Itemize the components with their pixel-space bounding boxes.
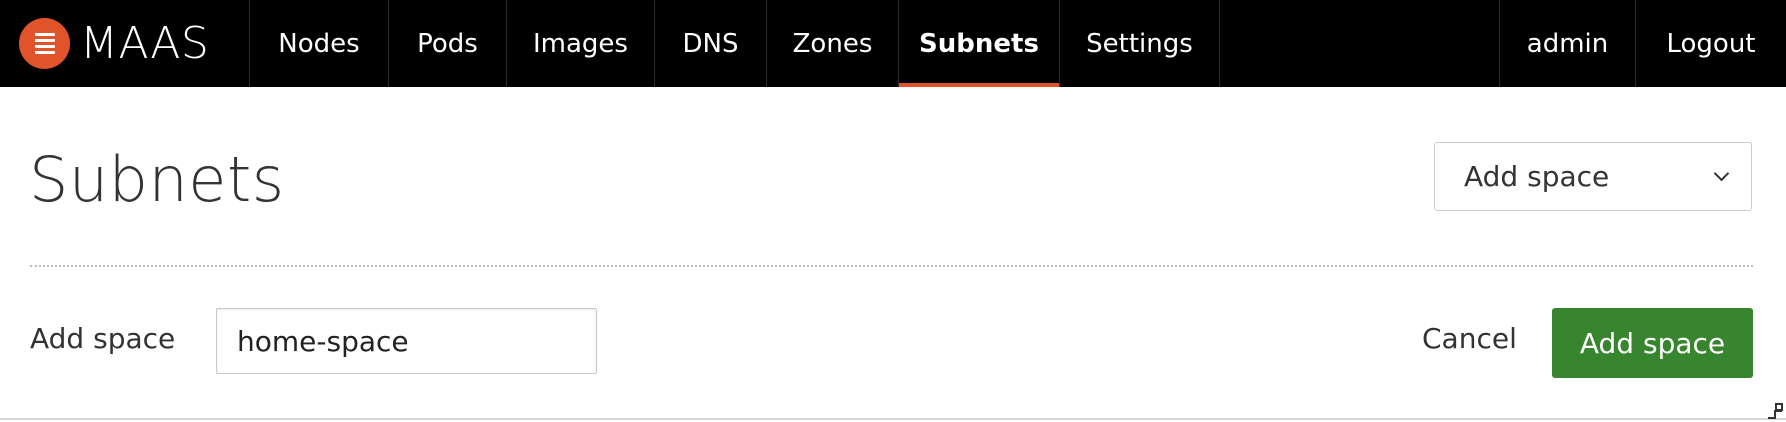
bottom-rule bbox=[0, 418, 1786, 420]
nav-item-zones[interactable]: Zones bbox=[767, 0, 899, 87]
nav-item-subnets[interactable]: Subnets bbox=[899, 0, 1060, 87]
section-divider bbox=[30, 265, 1753, 267]
nav-item-user[interactable]: admin bbox=[1500, 0, 1636, 87]
brand[interactable]: MAAS bbox=[0, 0, 250, 87]
space-name-input[interactable] bbox=[216, 308, 597, 374]
nav-item-dns[interactable]: DNS bbox=[655, 0, 767, 87]
nav-item-settings[interactable]: Settings bbox=[1060, 0, 1220, 87]
nav-item-images[interactable]: Images bbox=[507, 0, 655, 87]
nav-item-pods[interactable]: Pods bbox=[389, 0, 507, 87]
resize-handle-icon bbox=[1768, 403, 1783, 419]
nav-item-logout[interactable]: Logout bbox=[1636, 0, 1786, 87]
chevron-down-icon bbox=[1713, 165, 1730, 182]
add-space-button[interactable]: Add space bbox=[1552, 308, 1753, 378]
cancel-button[interactable]: Cancel bbox=[1422, 322, 1517, 355]
nav-spacer bbox=[1220, 0, 1500, 87]
add-action-select[interactable]: Add space bbox=[1434, 142, 1752, 211]
nav-item-nodes[interactable]: Nodes bbox=[250, 0, 389, 87]
brand-name: MAAS bbox=[80, 18, 210, 69]
top-navbar: MAAS Nodes Pods Images DNS Zones Subnets… bbox=[0, 0, 1786, 87]
add-action-select-value: Add space bbox=[1464, 160, 1610, 193]
add-space-label: Add space bbox=[30, 322, 176, 355]
page-title: Subnets bbox=[29, 143, 285, 216]
maas-logo-icon bbox=[19, 18, 70, 69]
